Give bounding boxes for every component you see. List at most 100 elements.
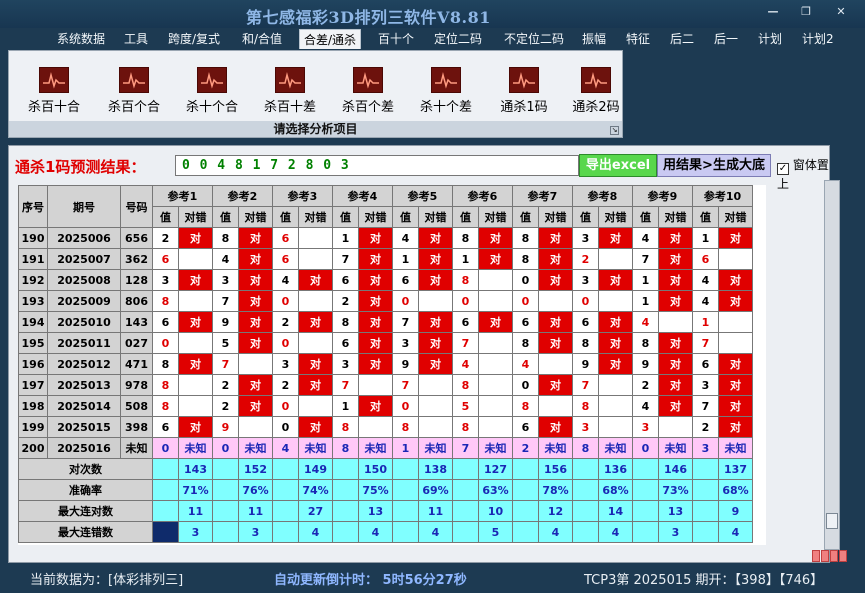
stat-value: 78% xyxy=(538,479,573,501)
col-ref: 参考9 xyxy=(632,185,693,207)
hit-cell: 对 xyxy=(178,227,213,249)
table-row[interactable]: 190 2025006 656 2 对 8 对 6 1 对 4 对 8 对 8 对 3 对 4 对 1 对 xyxy=(18,227,753,249)
hit-cell: 对 xyxy=(658,374,693,396)
tool-button-6[interactable]: 通杀1码 xyxy=(489,67,559,115)
col-hit: 对错 xyxy=(178,206,213,228)
menu-item-2[interactable]: 跨度/复式 xyxy=(168,29,220,49)
tool-button-1[interactable]: 杀百个合 xyxy=(99,67,169,115)
menu-item-5[interactable]: 百十个 xyxy=(378,29,414,49)
tool-button-3[interactable]: 杀百十差 xyxy=(255,67,325,115)
col-hit: 对错 xyxy=(418,206,453,228)
value-cell: 2 xyxy=(692,416,719,438)
col-ref: 参考2 xyxy=(212,185,273,207)
value-cell: 7 xyxy=(452,332,479,354)
value-cell: 2 xyxy=(632,374,659,396)
stat-spacer xyxy=(152,500,179,522)
topmost-checkbox[interactable]: ✓ 窗体置上 xyxy=(777,156,829,192)
period-cell: 2025013 xyxy=(47,374,121,396)
hit-cell: 对 xyxy=(538,227,573,249)
table-row[interactable]: 191 2025007 362 6 4 对 6 7 对 1 对 1 对 8 对 2 7 对 6 xyxy=(18,248,753,270)
col-value: 值 xyxy=(392,206,419,228)
col-ref: 参考8 xyxy=(572,185,633,207)
value-cell: 4 xyxy=(272,269,299,291)
tool-button-0[interactable]: 杀百十合 xyxy=(19,67,89,115)
tool-button-5[interactable]: 杀十个差 xyxy=(411,67,481,115)
hit-cell: 对 xyxy=(418,227,453,249)
hit-cell: 对 xyxy=(598,332,633,354)
value-cell: 8 xyxy=(512,332,539,354)
stat-value: 68% xyxy=(598,479,633,501)
value-cell: 8 xyxy=(152,290,179,312)
checkbox-check-icon[interactable]: ✓ xyxy=(777,163,789,175)
menu-item-4[interactable]: 合差/通杀 xyxy=(299,29,362,49)
table-row[interactable]: 197 2025013 978 8 2 对 2 对 7 7 8 0 对 7 2 对 3 对 xyxy=(18,374,753,396)
stat-spacer xyxy=(392,500,419,522)
menu-item-1[interactable]: 工具 xyxy=(124,29,148,49)
table-row[interactable]: 194 2025010 143 6 对 9 对 2 对 8 对 7 对 6 对 6 对 6 对 4 1 xyxy=(18,311,753,333)
hit-cell: 对 xyxy=(478,227,513,249)
table-row[interactable]: 192 2025008 128 3 对 3 对 4 对 6 对 6 对 8 0 对 3 对 1 对 4 对 xyxy=(18,269,753,291)
table-row[interactable]: 198 2025014 508 8 2 对 0 1 对 0 5 8 8 4 对 7 对 xyxy=(18,395,753,417)
stat-spacer xyxy=(272,500,299,522)
stat-row: 对次数 143 152 149 150 138 127 156 136 146 137 xyxy=(18,458,753,480)
tool-button-2[interactable]: 杀十个合 xyxy=(177,67,247,115)
stat-value: 127 xyxy=(478,458,513,480)
menu-item-8[interactable]: 振幅 xyxy=(582,29,606,49)
table-row[interactable]: 193 2025009 806 8 7 对 0 2 对 0 0 0 0 1 对 4 对 xyxy=(18,290,753,312)
scrollbar-thumb[interactable] xyxy=(826,513,838,529)
prediction-row[interactable]: 200 2025016 未知 0 未知 0 未知 4 未知 8 未知 1 未知 7 未知 2 未知 8 未知 0 未知 3… xyxy=(18,437,753,459)
table-row[interactable]: 196 2025012 471 8 对 7 3 对 3 对 9 对 4 4 9 对 9 对 6 对 xyxy=(18,353,753,375)
stat-spacer xyxy=(692,458,719,480)
code-cell: 471 xyxy=(120,353,153,375)
hit-cell: 对 xyxy=(658,395,693,417)
restore-icon[interactable]: ❐ xyxy=(795,5,817,18)
menu-item-0[interactable]: 系统数据 xyxy=(57,29,105,49)
hit-cell: 对 xyxy=(418,332,453,354)
generate-base-button[interactable]: 用结果>生成大底 xyxy=(657,154,771,177)
tool-button-4[interactable]: 杀百个差 xyxy=(333,67,403,115)
menu-item-12[interactable]: 计划 xyxy=(758,29,782,49)
menu-item-7[interactable]: 不定位二码 xyxy=(504,29,564,49)
value-cell: 6 xyxy=(692,353,719,375)
stat-value: 149 xyxy=(298,458,333,480)
hit-cell: 对 xyxy=(238,269,273,291)
value-cell: 2 xyxy=(212,374,239,396)
menu-item-13[interactable]: 计划2 xyxy=(802,29,834,49)
panel-expand-icon[interactable]: ↘ xyxy=(610,126,619,135)
table-row[interactable]: 195 2025011 027 0 5 对 0 6 对 3 对 7 8 对 8 对 8 对 7 xyxy=(18,332,753,354)
prediction-result-field[interactable]: 0 0 4 8 1 7 2 8 0 3 xyxy=(175,155,579,176)
close-icon[interactable]: ✕ xyxy=(830,5,852,18)
menu-item-9[interactable]: 特征 xyxy=(626,29,650,49)
menu-item-10[interactable]: 后二 xyxy=(670,29,694,49)
export-excel-button[interactable]: 导出excel xyxy=(579,154,657,177)
hit-cell: 对 xyxy=(538,269,573,291)
tool-button-7[interactable]: 通杀2码 xyxy=(561,67,631,115)
stat-spacer xyxy=(212,500,239,522)
col-ref: 参考4 xyxy=(332,185,393,207)
col-ref: 参考10 xyxy=(692,185,753,207)
minimize-icon[interactable]: — xyxy=(762,5,784,18)
vertical-scrollbar[interactable] xyxy=(824,180,840,550)
menu-item-11[interactable]: 后一 xyxy=(714,29,738,49)
seq-cell: 194 xyxy=(18,311,48,333)
seq-cell: 195 xyxy=(18,332,48,354)
value-cell: 9 xyxy=(392,353,419,375)
value-cell: 1 xyxy=(332,395,359,417)
stat-label: 准确率 xyxy=(18,479,153,501)
value-cell: 1 xyxy=(692,311,719,333)
col-value: 值 xyxy=(632,206,659,228)
value-cell: 6 xyxy=(692,248,719,270)
tool-label: 杀百个差 xyxy=(341,100,394,115)
hit-cell: 对 xyxy=(238,332,273,354)
value-cell: 3 xyxy=(152,269,179,291)
value-cell: 8 xyxy=(572,332,599,354)
value-cell: 8 xyxy=(152,353,179,375)
value-cell: 7 xyxy=(572,374,599,396)
miss-cell xyxy=(178,395,213,417)
period-cell: 2025006 xyxy=(47,227,121,249)
menu-item-6[interactable]: 定位二码 xyxy=(434,29,482,49)
value-cell: 7 xyxy=(692,395,719,417)
menu-item-3[interactable]: 和/合值 xyxy=(242,29,282,49)
table-row[interactable]: 199 2025015 398 6 对 9 0 对 8 8 8 6 对 3 3 2 对 xyxy=(18,416,753,438)
value-cell: 8 xyxy=(392,416,419,438)
